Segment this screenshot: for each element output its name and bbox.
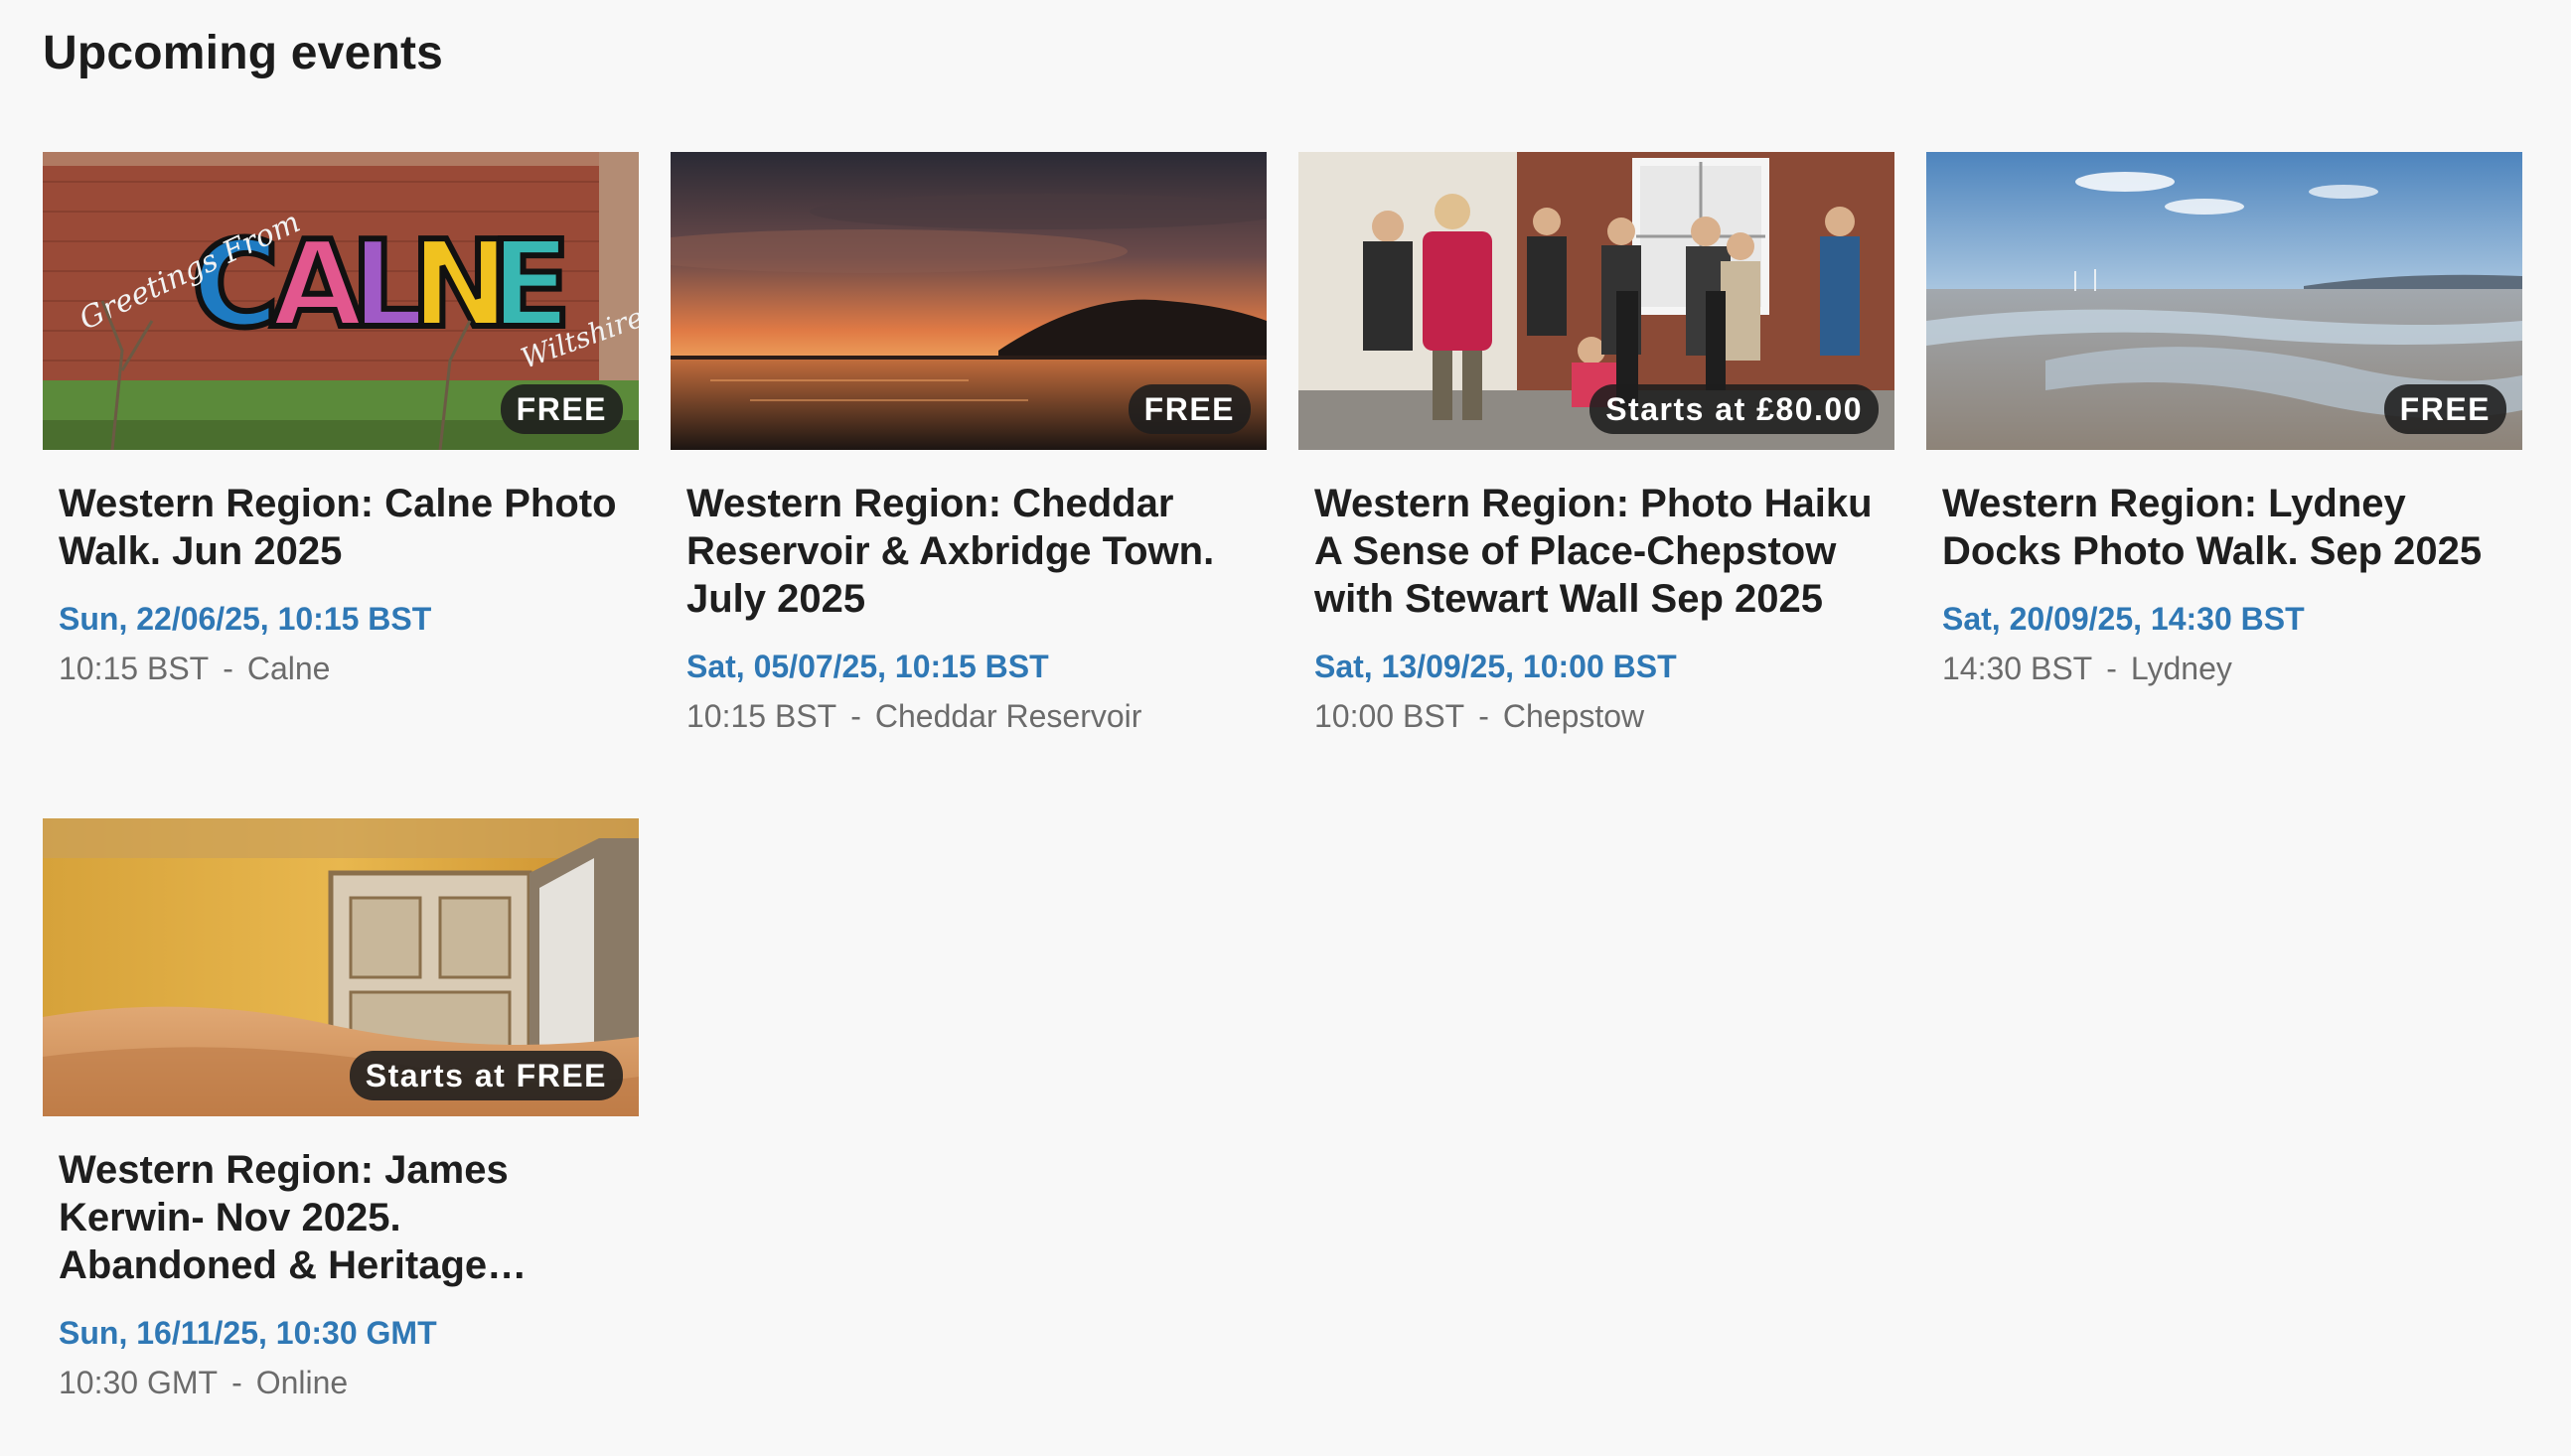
event-time: 10:30 GMT [59, 1365, 219, 1400]
section-title: Upcoming events [43, 27, 444, 79]
event-image[interactable]: Starts at FREE [43, 818, 639, 1116]
event-location: Online [255, 1365, 349, 1400]
price-badge: Starts at £80.00 [1589, 384, 1879, 434]
event-date: Sat, 05/07/25, 10:15 BST [686, 649, 1049, 684]
event-location: Lydney [2130, 651, 2232, 686]
event-meta: 10:15 BST - Calne [59, 649, 623, 688]
price-badge: FREE [2383, 384, 2506, 434]
event-time: 10:15 BST [686, 698, 837, 734]
meta-separator: - [2106, 651, 2117, 686]
event-image[interactable]: Starts at £80.00 [1298, 152, 1894, 450]
event-image[interactable]: C A L N E Greetings From Wiltshire FREE [43, 152, 639, 450]
event-meta: 10:30 GMT - Online [59, 1363, 623, 1402]
event-meta: 14:30 BST - Lydney [1942, 649, 2506, 688]
meta-separator: - [850, 698, 861, 734]
event-card[interactable]: C A L N E Greetings From Wiltshire FREE … [43, 152, 639, 688]
event-card[interactable]: Starts at £80.00 Western Region: Photo H… [1298, 152, 1894, 736]
event-date: Sat, 13/09/25, 10:00 BST [1314, 649, 1677, 684]
meta-separator: - [223, 651, 233, 686]
event-title[interactable]: Western Region: Lydney Docks Photo Walk.… [1942, 480, 2506, 575]
event-location: Chepstow [1502, 698, 1645, 734]
event-location: Calne [246, 651, 331, 686]
price-badge: Starts at FREE [349, 1051, 623, 1100]
event-title[interactable]: Western Region: James Kerwin- Nov 2025. … [59, 1146, 623, 1289]
event-image[interactable]: FREE [1926, 152, 2522, 450]
price-badge: FREE [500, 384, 623, 434]
event-time: 10:15 BST [59, 651, 210, 686]
event-image[interactable]: FREE [671, 152, 1267, 450]
event-date: Sun, 22/06/25, 10:15 BST [59, 601, 432, 637]
event-date: Sun, 16/11/25, 10:30 GMT [59, 1315, 437, 1351]
event-title[interactable]: Western Region: Calne Photo Walk. Jun 20… [59, 480, 623, 575]
event-time: 14:30 BST [1942, 651, 2093, 686]
event-time: 10:00 BST [1314, 698, 1465, 734]
meta-separator: - [231, 1365, 242, 1400]
event-meta: 10:00 BST - Chepstow [1314, 696, 1879, 736]
events-page: Upcoming events C A L N E Greetings From… [0, 0, 2571, 1456]
event-card[interactable]: Starts at FREE Western Region: James Ker… [43, 818, 639, 1402]
event-date: Sat, 20/09/25, 14:30 BST [1942, 601, 2305, 637]
event-card[interactable]: FREE Western Region: Cheddar Reservoir &… [671, 152, 1267, 736]
event-title[interactable]: Western Region: Cheddar Reservoir & Axbr… [686, 480, 1251, 623]
event-meta: 10:15 BST - Cheddar Reservoir [686, 696, 1251, 736]
price-badge: FREE [1128, 384, 1251, 434]
event-card[interactable]: FREE Western Region: Lydney Docks Photo … [1926, 152, 2522, 688]
event-title[interactable]: Western Region: Photo Haiku A Sense of P… [1314, 480, 1879, 623]
event-location: Cheddar Reservoir [874, 698, 1142, 734]
meta-separator: - [1478, 698, 1489, 734]
